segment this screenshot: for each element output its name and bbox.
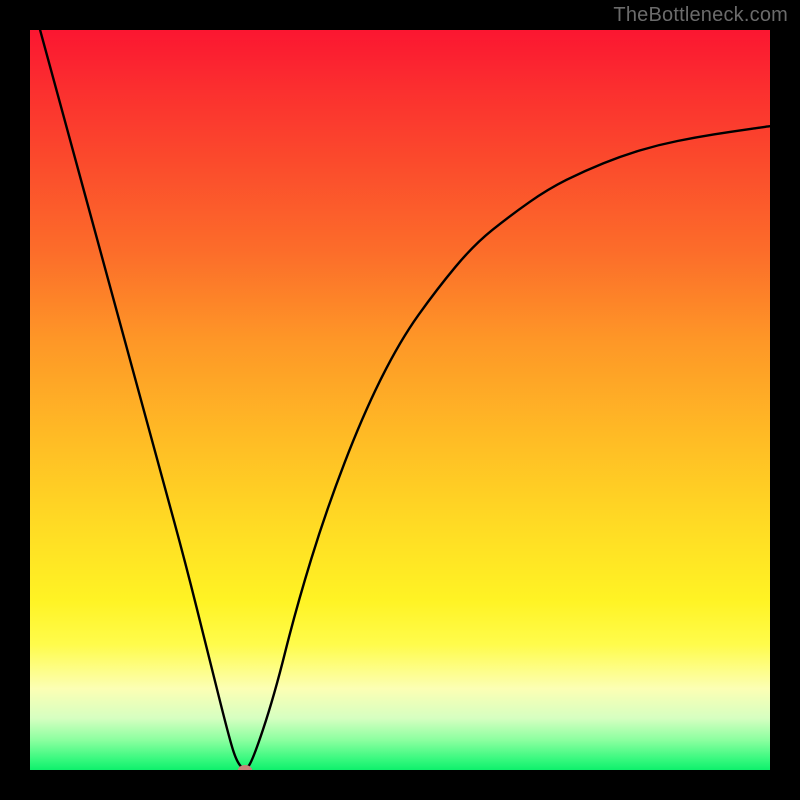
bottleneck-curve <box>30 30 770 770</box>
plot-area <box>30 30 770 770</box>
watermark-text: TheBottleneck.com <box>613 4 788 27</box>
optimum-marker-icon <box>238 765 252 770</box>
chart-stage: TheBottleneck.com <box>0 0 800 800</box>
